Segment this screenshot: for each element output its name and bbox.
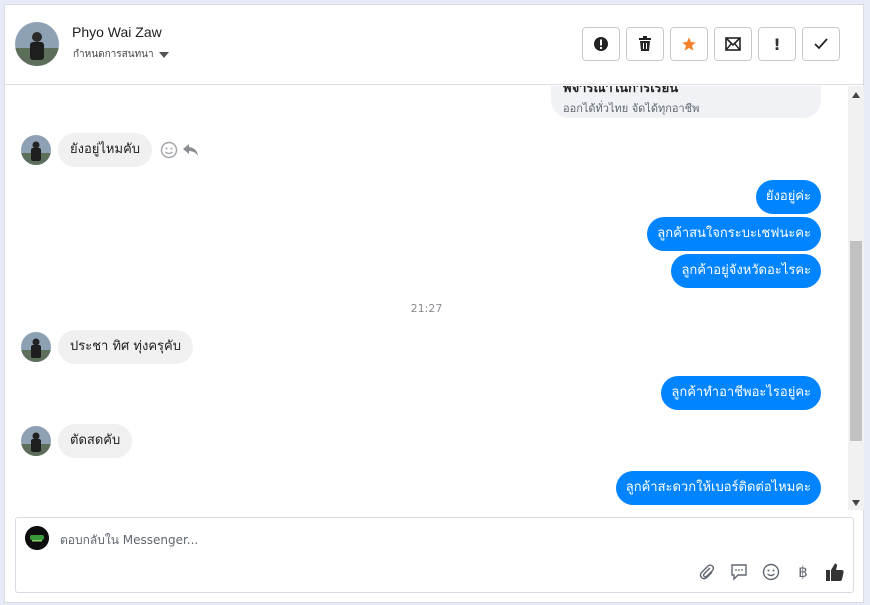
outgoing-message[interactable]: ลูกค้าอยู่จังหวัดอะไรคะ <box>671 254 821 288</box>
mark-unread-button[interactable] <box>714 27 752 61</box>
checkmark-icon <box>814 38 828 50</box>
contact-name[interactable]: Phyo Wai Zaw <box>72 24 162 40</box>
alert-circle-icon <box>594 37 608 51</box>
outgoing-message[interactable]: ยังอยู่ค่ะ <box>755 180 821 214</box>
ad-card-title: พิจารณาในการเรียน <box>563 86 679 96</box>
sender-avatar <box>21 332 51 362</box>
inbox-conversation-panel: Phyo Wai Zaw กำหนดการสนทนา ! พิจารณาในกา… <box>4 4 864 603</box>
incoming-message-row: ยังอยู่ไหมคับ <box>21 133 200 167</box>
sender-avatar <box>21 426 51 456</box>
incoming-message[interactable]: ประชา ทิศ ทุ่งครุคับ <box>58 330 193 364</box>
conversation-settings-label: กำหนดการสนทนา <box>73 49 154 60</box>
paperclip-icon[interactable] <box>697 562 717 582</box>
caret-down-icon <box>158 51 169 58</box>
incoming-message-row: ตัดสดคับ <box>21 424 133 458</box>
star-button[interactable] <box>670 27 708 61</box>
contact-avatar[interactable] <box>15 22 59 66</box>
message-actions <box>160 141 200 159</box>
envelope-icon <box>725 37 741 51</box>
outgoing-message[interactable]: ลูกค้าทำอาชีพอะไรอยู่คะ <box>661 376 821 410</box>
reply-icon[interactable] <box>182 142 200 158</box>
emoji-reaction-icon[interactable] <box>160 141 178 159</box>
conversation-settings-dropdown[interactable]: กำหนดการสนทนา <box>73 47 169 62</box>
reply-composer[interactable]: ตอบกลับใน Messenger... ฿ <box>15 517 854 593</box>
baht-icon[interactable]: ฿ <box>793 562 813 582</box>
sender-avatar <box>21 135 51 165</box>
conversation-header: Phyo Wai Zaw กำหนดการสนทนา ! <box>5 5 863 85</box>
trash-icon <box>639 36 651 51</box>
page-avatar <box>25 526 49 550</box>
mark-done-button[interactable] <box>802 27 840 61</box>
ad-card-bubble[interactable]: พิจารณาในการเรียน ออกได้ทั่วไทย จัดได้ทุ… <box>551 86 821 118</box>
mark-spam-button[interactable] <box>582 27 620 61</box>
incoming-message[interactable]: ตัดสดคับ <box>58 424 133 458</box>
composer-toolbar: ฿ <box>697 562 845 582</box>
outgoing-message[interactable]: ลูกค้าสนใจกระบะเชฟนะคะ <box>647 217 821 251</box>
reply-input[interactable]: ตอบกลับใน Messenger... <box>60 531 198 550</box>
outgoing-message[interactable]: ลูกค้าสะดวกให้เบอร์ติดต่อไหมคะ <box>615 471 821 505</box>
exclamation-icon: ! <box>773 34 781 54</box>
thumbs-up-icon[interactable] <box>825 562 845 582</box>
incoming-message[interactable]: ยังอยู่ไหมคับ <box>58 133 153 167</box>
message-thread[interactable]: พิจารณาในการเรียน ออกได้ทั่วไทย จัดได้ทุ… <box>5 86 848 510</box>
ad-card-subtitle: ออกได้ทั่วไทย จัดได้ทุกอาชีพ <box>563 102 700 115</box>
follow-up-button[interactable]: ! <box>758 27 796 61</box>
scroll-down-arrow-icon[interactable] <box>852 500 860 506</box>
incoming-message-row: ประชา ทิศ ทุ่งครุคับ <box>21 330 193 364</box>
scrollbar-thumb[interactable] <box>850 241 862 441</box>
thread-scrollbar[interactable] <box>848 86 864 510</box>
saved-reply-icon[interactable] <box>729 562 749 582</box>
delete-button[interactable] <box>626 27 664 61</box>
conversation-actions: ! <box>582 27 840 61</box>
scroll-up-arrow-icon[interactable] <box>852 92 860 98</box>
emoji-icon[interactable] <box>761 562 781 582</box>
message-timestamp: 21:27 <box>410 302 443 315</box>
star-icon <box>682 37 696 51</box>
